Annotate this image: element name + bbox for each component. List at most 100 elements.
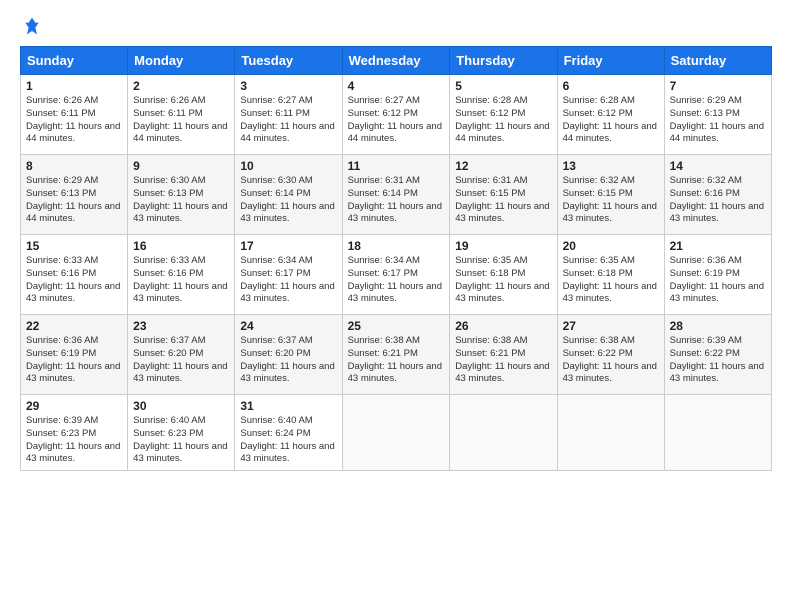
day-info: Sunrise: 6:27 AMSunset: 6:12 PMDaylight:… <box>348 95 445 146</box>
weekday-header-tuesday: Tuesday <box>235 47 342 75</box>
calendar-cell <box>557 395 664 471</box>
day-info: Sunrise: 6:29 AMSunset: 6:13 PMDaylight:… <box>670 95 766 146</box>
day-number: 2 <box>133 79 229 93</box>
calendar-cell: 2 Sunrise: 6:26 AMSunset: 6:11 PMDaylight… <box>128 75 235 155</box>
day-number: 1 <box>26 79 122 93</box>
page: SundayMondayTuesdayWednesdayThursdayFrid… <box>0 0 792 612</box>
day-number: 20 <box>563 239 659 253</box>
day-number: 31 <box>240 399 336 413</box>
weekday-header-row: SundayMondayTuesdayWednesdayThursdayFrid… <box>21 47 772 75</box>
calendar-cell: 7 Sunrise: 6:29 AMSunset: 6:13 PMDaylight… <box>664 75 771 155</box>
calendar-cell: 26Sunrise: 6:38 AMSunset: 6:21 PMDayligh… <box>450 315 557 395</box>
day-number: 26 <box>455 319 551 333</box>
day-info: Sunrise: 6:32 AMSunset: 6:16 PMDaylight:… <box>670 175 766 226</box>
day-info: Sunrise: 6:33 AMSunset: 6:16 PMDaylight:… <box>133 255 229 306</box>
calendar-cell: 22 Sunrise: 6:36 AMSunset: 6:19 PMDayligh… <box>21 315 128 395</box>
calendar-table: SundayMondayTuesdayWednesdayThursdayFrid… <box>20 46 772 471</box>
day-info: Sunrise: 6:39 AMSunset: 6:22 PMDaylight:… <box>670 335 766 386</box>
calendar-cell: 8 Sunrise: 6:29 AMSunset: 6:13 PMDaylight… <box>21 155 128 235</box>
day-number: 13 <box>563 159 659 173</box>
calendar-cell: 1Sunrise: 6:26 AMSunset: 6:11 PMDaylight… <box>21 75 128 155</box>
day-info: Sunrise: 6:36 AMSunset: 6:19 PMDaylight:… <box>26 335 122 386</box>
day-info: Sunrise: 6:26 AMSunset: 6:11 PMDaylight:… <box>133 95 229 146</box>
day-number: 6 <box>563 79 659 93</box>
calendar-cell: 25 Sunrise: 6:38 AMSunset: 6:21 PMDayligh… <box>342 315 450 395</box>
day-info: Sunrise: 6:36 AMSunset: 6:19 PMDaylight:… <box>670 255 766 306</box>
calendar-cell: 12 Sunrise: 6:31 AMSunset: 6:15 PMDayligh… <box>450 155 557 235</box>
day-number: 10 <box>240 159 336 173</box>
day-number: 19 <box>455 239 551 253</box>
day-number: 30 <box>133 399 229 413</box>
calendar-cell: 18 Sunrise: 6:34 AMSunset: 6:17 PMDayligh… <box>342 235 450 315</box>
weekday-header-sunday: Sunday <box>21 47 128 75</box>
calendar-cell: 23 Sunrise: 6:37 AMSunset: 6:20 PMDayligh… <box>128 315 235 395</box>
day-info: Sunrise: 6:34 AMSunset: 6:17 PMDaylight:… <box>240 255 336 306</box>
header <box>20 16 772 36</box>
day-number: 5 <box>455 79 551 93</box>
day-number: 15 <box>26 239 122 253</box>
day-info: Sunrise: 6:34 AMSunset: 6:17 PMDaylight:… <box>348 255 445 306</box>
day-number: 4 <box>348 79 445 93</box>
calendar-cell: 24 Sunrise: 6:37 AMSunset: 6:20 PMDayligh… <box>235 315 342 395</box>
day-info: Sunrise: 6:39 AMSunset: 6:23 PMDaylight:… <box>26 415 122 466</box>
day-number: 12 <box>455 159 551 173</box>
day-number: 24 <box>240 319 336 333</box>
day-info: Sunrise: 6:35 AMSunset: 6:18 PMDaylight:… <box>563 255 659 306</box>
day-info: Sunrise: 6:28 AMSunset: 6:12 PMDaylight:… <box>563 95 659 146</box>
day-number: 14 <box>670 159 766 173</box>
day-info: Sunrise: 6:30 AMSunset: 6:13 PMDaylight:… <box>133 175 229 226</box>
calendar-cell: 11Sunrise: 6:31 AMSunset: 6:14 PMDayligh… <box>342 155 450 235</box>
calendar-cell: 15 Sunrise: 6:33 AMSunset: 6:16 PMDayligh… <box>21 235 128 315</box>
day-info: Sunrise: 6:38 AMSunset: 6:22 PMDaylight:… <box>563 335 659 386</box>
calendar-cell: 6 Sunrise: 6:28 AMSunset: 6:12 PMDaylight… <box>557 75 664 155</box>
day-info: Sunrise: 6:37 AMSunset: 6:20 PMDaylight:… <box>133 335 229 386</box>
day-info: Sunrise: 6:31 AMSunset: 6:15 PMDaylight:… <box>455 175 551 226</box>
day-number: 22 <box>26 319 122 333</box>
logo <box>20 16 42 36</box>
day-info: Sunrise: 6:33 AMSunset: 6:16 PMDaylight:… <box>26 255 122 306</box>
day-number: 9 <box>133 159 229 173</box>
day-info: Sunrise: 6:29 AMSunset: 6:13 PMDaylight:… <box>26 175 122 226</box>
calendar-cell: 29 Sunrise: 6:39 AMSunset: 6:23 PMDayligh… <box>21 395 128 471</box>
calendar-cell: 3 Sunrise: 6:27 AMSunset: 6:11 PMDaylight… <box>235 75 342 155</box>
day-info: Sunrise: 6:32 AMSunset: 6:15 PMDaylight:… <box>563 175 659 226</box>
day-info: Sunrise: 6:40 AMSunset: 6:23 PMDaylight:… <box>133 415 229 466</box>
day-number: 25 <box>348 319 445 333</box>
day-number: 21 <box>670 239 766 253</box>
day-info: Sunrise: 6:37 AMSunset: 6:20 PMDaylight:… <box>240 335 336 386</box>
day-number: 8 <box>26 159 122 173</box>
calendar-cell: 27 Sunrise: 6:38 AMSunset: 6:22 PMDayligh… <box>557 315 664 395</box>
calendar-cell: 14 Sunrise: 6:32 AMSunset: 6:16 PMDayligh… <box>664 155 771 235</box>
day-info: Sunrise: 6:31 AMSunset: 6:14 PMDaylight:… <box>348 175 445 226</box>
day-info: Sunrise: 6:35 AMSunset: 6:18 PMDaylight:… <box>455 255 551 306</box>
calendar-cell: 9 Sunrise: 6:30 AMSunset: 6:13 PMDaylight… <box>128 155 235 235</box>
calendar-cell: 13 Sunrise: 6:32 AMSunset: 6:15 PMDayligh… <box>557 155 664 235</box>
calendar-cell: 28 Sunrise: 6:39 AMSunset: 6:22 PMDayligh… <box>664 315 771 395</box>
calendar-cell: 16 Sunrise: 6:33 AMSunset: 6:16 PMDayligh… <box>128 235 235 315</box>
calendar-cell: 5 Sunrise: 6:28 AMSunset: 6:12 PMDaylight… <box>450 75 557 155</box>
calendar-cell <box>450 395 557 471</box>
calendar-cell: 31Sunrise: 6:40 AMSunset: 6:24 PMDayligh… <box>235 395 342 471</box>
calendar-cell: 20 Sunrise: 6:35 AMSunset: 6:18 PMDayligh… <box>557 235 664 315</box>
day-number: 23 <box>133 319 229 333</box>
calendar-cell: 10Sunrise: 6:30 AMSunset: 6:14 PMDayligh… <box>235 155 342 235</box>
weekday-header-monday: Monday <box>128 47 235 75</box>
day-number: 3 <box>240 79 336 93</box>
day-info: Sunrise: 6:27 AMSunset: 6:11 PMDaylight:… <box>240 95 336 146</box>
day-number: 29 <box>26 399 122 413</box>
weekday-header-thursday: Thursday <box>450 47 557 75</box>
day-number: 16 <box>133 239 229 253</box>
day-number: 7 <box>670 79 766 93</box>
day-info: Sunrise: 6:38 AMSunset: 6:21 PMDaylight:… <box>348 335 445 386</box>
day-number: 28 <box>670 319 766 333</box>
logo-icon <box>22 16 42 36</box>
calendar-cell <box>342 395 450 471</box>
calendar-cell: 17 Sunrise: 6:34 AMSunset: 6:17 PMDayligh… <box>235 235 342 315</box>
calendar-cell: 30 Sunrise: 6:40 AMSunset: 6:23 PMDayligh… <box>128 395 235 471</box>
weekday-header-friday: Friday <box>557 47 664 75</box>
day-info: Sunrise: 6:28 AMSunset: 6:12 PMDaylight:… <box>455 95 551 146</box>
day-number: 17 <box>240 239 336 253</box>
day-number: 18 <box>348 239 445 253</box>
calendar-cell: 4 Sunrise: 6:27 AMSunset: 6:12 PMDaylight… <box>342 75 450 155</box>
day-number: 27 <box>563 319 659 333</box>
